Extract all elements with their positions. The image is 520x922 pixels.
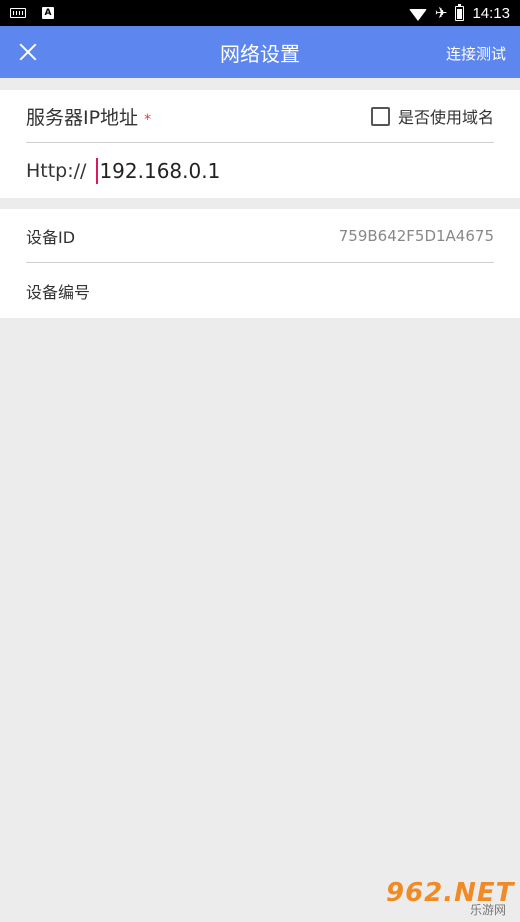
ip-input-wrap[interactable] bbox=[96, 157, 494, 184]
status-bar-left: A bbox=[10, 7, 54, 19]
wifi-icon bbox=[408, 8, 427, 21]
server-card: 服务器IP地址 * 是否使用域名 Http:// bbox=[0, 90, 520, 198]
device-number-row[interactable]: 设备编号 bbox=[26, 264, 494, 318]
use-domain-label: 是否使用域名 bbox=[397, 108, 494, 127]
app-bar: 网络设置 连接测试 bbox=[0, 26, 520, 78]
use-domain-checkbox[interactable]: 是否使用域名 bbox=[370, 104, 494, 128]
protocol-prefix: Http:// bbox=[26, 159, 87, 182]
device-id-label: 设备ID bbox=[26, 227, 76, 247]
connect-test-button[interactable]: 连接测试 bbox=[446, 43, 506, 64]
status-time: 14:13 bbox=[472, 4, 510, 22]
server-ip-label: 服务器IP地址 bbox=[26, 106, 139, 129]
checkbox-icon[interactable] bbox=[370, 106, 390, 126]
keyboard-icon bbox=[10, 8, 26, 18]
device-id-row: 设备ID 759B642F5D1A4675 bbox=[26, 209, 494, 263]
text-cursor bbox=[96, 157, 99, 184]
server-ip-input[interactable] bbox=[99, 158, 400, 183]
ip-row: Http:// bbox=[26, 143, 494, 198]
required-mark: * bbox=[144, 111, 152, 128]
page-title: 网络设置 bbox=[220, 41, 300, 66]
server-label-group: 服务器IP地址 * bbox=[26, 103, 151, 130]
watermark-sub: 乐游网 bbox=[469, 903, 506, 917]
watermark-logo: 962.NET 乐游网 bbox=[380, 878, 513, 918]
server-row: 服务器IP地址 * 是否使用域名 bbox=[26, 90, 494, 143]
status-bar-right: ✈ 14:13 bbox=[408, 3, 510, 22]
airplane-icon: ✈ bbox=[434, 4, 448, 22]
device-number-label: 设备编号 bbox=[26, 283, 91, 302]
device-card: 设备ID 759B642F5D1A4675 设备编号 bbox=[0, 209, 520, 318]
device-id-value: 759B642F5D1A4675 bbox=[338, 226, 494, 245]
a-notification-icon: A bbox=[42, 7, 54, 19]
battery-icon bbox=[455, 3, 465, 21]
status-bar: A ✈ 14:13 bbox=[0, 0, 520, 26]
close-icon[interactable] bbox=[14, 38, 42, 66]
